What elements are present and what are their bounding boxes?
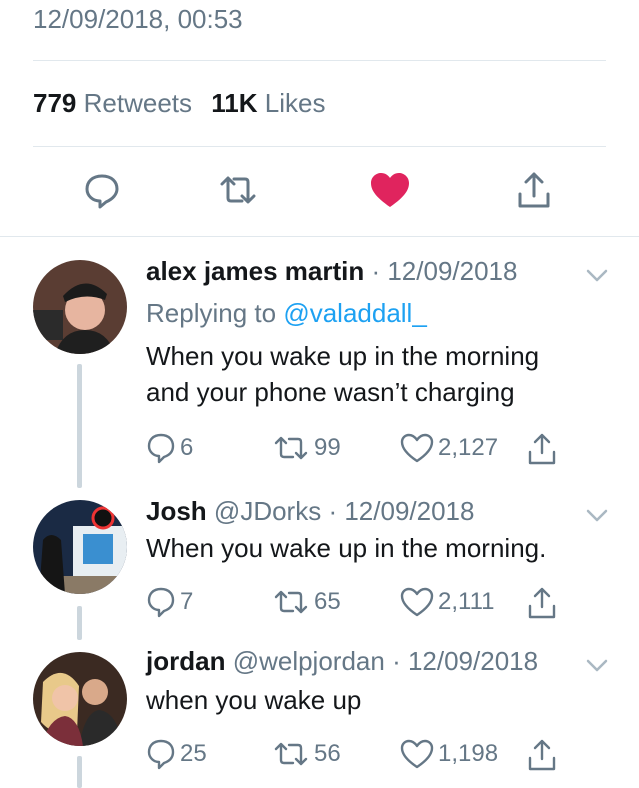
like-icon-filled[interactable] (368, 168, 412, 212)
retweet-icon (274, 590, 308, 614)
retweet-label[interactable]: Retweets (84, 88, 192, 118)
reply-tweet[interactable]: Josh @JDorks · 12/09/2018 When you wake … (0, 490, 639, 640)
avatar[interactable] (33, 500, 127, 594)
reply-count: 6 (180, 434, 194, 461)
author-handle[interactable]: @JDorks (214, 496, 321, 526)
avatar[interactable] (33, 652, 127, 746)
reply-action-bar: 25 56 1,198 (146, 738, 596, 774)
share-icon (528, 587, 556, 619)
like-icon (400, 739, 434, 769)
thread-line (77, 756, 82, 788)
thread-line (77, 606, 82, 640)
like-label[interactable]: Likes (265, 88, 326, 118)
chevron-down-icon[interactable] (584, 502, 610, 528)
reply-action-bar: 6 99 2,127 (146, 432, 596, 468)
retweet-count[interactable]: 779 (33, 88, 76, 118)
reply-action-bar: 7 65 2,111 (146, 586, 596, 622)
author-handle[interactable]: @welpjordan (233, 646, 385, 676)
retweet-count: 99 (314, 434, 341, 461)
tweet-text-line: When you wake up in the morning. (146, 533, 547, 563)
like-count: 2,127 (438, 434, 499, 461)
share-icon (528, 739, 556, 771)
retweet-button[interactable]: 56 (272, 738, 341, 770)
reply-count: 7 (180, 588, 194, 615)
reply-icon (147, 739, 175, 770)
chevron-down-icon[interactable] (584, 652, 610, 678)
reply-header: alex james martin · 12/09/2018 (146, 256, 517, 287)
like-icon (400, 433, 434, 463)
share-icon (528, 433, 556, 465)
reply-button[interactable]: 6 (146, 432, 193, 464)
tweet-action-bar (0, 168, 639, 216)
reply-icon (147, 587, 175, 618)
like-button[interactable]: 1,198 (400, 738, 498, 770)
reply-button[interactable]: 25 (146, 738, 207, 770)
retweet-icon (274, 436, 308, 460)
reply-icon[interactable] (80, 168, 124, 212)
reply-icon (147, 433, 175, 464)
retweet-button[interactable]: 99 (272, 432, 341, 464)
tweet-date: · 12/09/2018 (392, 646, 539, 676)
tweet-text: When you wake up in the morning. (146, 530, 616, 566)
author-name[interactable]: jordan (146, 646, 225, 676)
divider (33, 60, 606, 61)
like-count: 2,111 (438, 588, 495, 615)
reply-count: 25 (180, 740, 207, 767)
like-count: 1,198 (438, 740, 499, 767)
replying-to: Replying to @valaddall_ (146, 298, 427, 329)
like-button[interactable]: 2,111 (400, 586, 495, 618)
tweet-text-line: When you wake up in the morning (146, 341, 540, 371)
share-button[interactable] (526, 586, 558, 620)
share-button[interactable] (526, 738, 558, 772)
retweet-icon (274, 742, 308, 766)
tweet-timestamp: 12/09/2018, 00:53 (33, 4, 243, 34)
retweet-count: 65 (314, 588, 341, 615)
reply-header: Josh @JDorks · 12/09/2018 (146, 496, 474, 527)
reply-button[interactable]: 7 (146, 586, 193, 618)
tweet-text: when you wake up (146, 682, 616, 718)
like-button[interactable]: 2,127 (400, 432, 498, 464)
like-count[interactable]: 11K (211, 88, 257, 118)
author-name[interactable]: Josh (146, 496, 207, 526)
tweet-stats: 779 Retweets 11K Likes (33, 88, 337, 119)
reply-tweet[interactable]: jordan @welpjordan · 12/09/2018 when you… (0, 640, 639, 788)
share-button[interactable] (526, 432, 558, 466)
like-icon (400, 587, 434, 617)
replying-to-handle[interactable]: @valaddall_ (283, 298, 426, 328)
avatar[interactable] (33, 260, 127, 354)
divider (33, 146, 606, 147)
replying-to-label: Replying to (146, 298, 277, 328)
retweet-count: 56 (314, 740, 341, 767)
retweet-icon[interactable] (216, 168, 260, 212)
retweet-button[interactable]: 65 (272, 586, 341, 618)
share-icon[interactable] (512, 168, 556, 212)
tweet-text-line: when you wake up (146, 685, 362, 715)
chevron-down-icon[interactable] (584, 262, 610, 288)
reply-header: jordan @welpjordan · 12/09/2018 (146, 646, 538, 677)
tweet-text-line: and your phone wasn’t charging (146, 377, 515, 407)
reply-tweet[interactable]: alex james martin · 12/09/2018 Replying … (0, 236, 639, 490)
tweet-text: When you wake up in the morning and your… (146, 338, 616, 410)
tweet-date: · 12/09/2018 (328, 496, 475, 526)
author-name[interactable]: alex james martin (146, 256, 364, 286)
thread-line (77, 364, 82, 488)
tweet-date: · 12/09/2018 (371, 256, 518, 286)
